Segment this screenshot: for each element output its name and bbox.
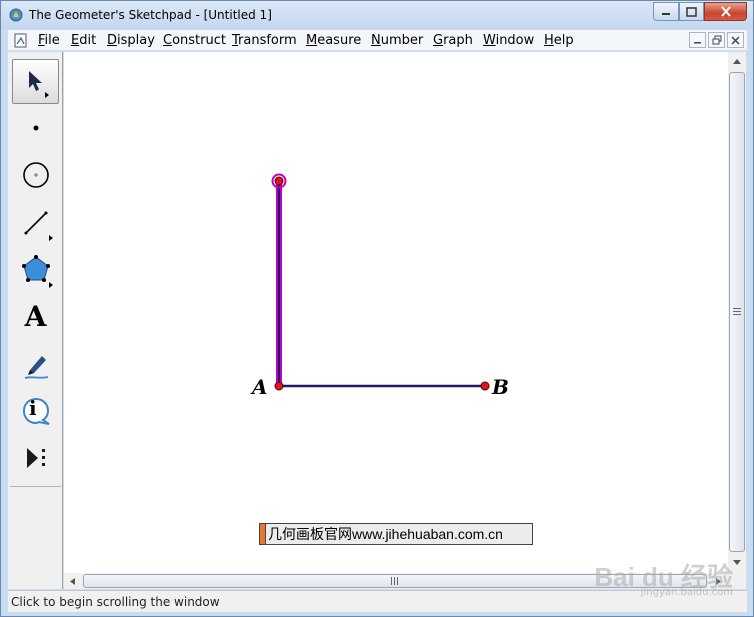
toolbox-divider [10,486,61,487]
sketch-drawing[interactable] [64,52,728,573]
information-glyph: i [29,396,37,420]
menu-bar: File Edit Display Construct Transform Me… [8,30,747,51]
watermark-text: 几何画板官网www.jihehuaban.com.cn [268,526,503,542]
arrow-selection-tool[interactable] [12,59,59,104]
window-title: The Geometer's Sketchpad - [Untitled 1] [29,8,272,22]
scroll-left-icon[interactable] [68,577,76,586]
minimize-button[interactable] [653,2,679,21]
arrow-pointer-icon [28,70,49,98]
doc-minimize-button[interactable] [689,32,706,48]
minimize-icon [694,42,701,44]
menu-edit[interactable]: Edit [71,33,96,48]
label-a[interactable]: A [252,375,268,399]
compass-circle-icon [22,161,49,188]
information-tool[interactable]: i [12,388,59,433]
title-bar[interactable]: The Geometer's Sketchpad - [Untitled 1] [1,1,753,29]
menu-help[interactable]: Help [544,33,574,48]
text-tool[interactable]: A [12,294,59,339]
menu-window[interactable]: Window [483,33,534,48]
menu-display[interactable]: Display [107,33,155,48]
maximize-button[interactable] [679,2,704,21]
status-text: Click to begin scrolling the window [11,595,220,609]
menu-construct[interactable]: Construct [163,33,226,48]
vertical-scrollbar[interactable] [728,52,746,589]
window-controls [653,2,747,21]
sketch-canvas[interactable]: A B 几何画板官网www.jihehuaban.com.cn [64,52,728,573]
point-icon [33,125,38,130]
polygon-pentagon-icon [21,254,53,288]
point-tool[interactable] [12,105,59,150]
document-window-controls [689,32,744,48]
close-icon [731,35,740,45]
menu-transform[interactable]: Transform [232,33,297,48]
menu-number[interactable]: Number [371,33,423,48]
marker-pen-icon [24,355,48,379]
watermark-caption: 几何画板官网www.jihehuaban.com.cn [259,523,533,545]
menu-graph[interactable]: Graph [433,33,473,48]
close-button[interactable] [704,2,747,21]
maximize-icon [686,6,697,17]
app-window: The Geometer's Sketchpad - [Untitled 1] … [0,0,754,617]
scroll-down-icon[interactable] [732,559,742,567]
doc-restore-button[interactable] [708,32,725,48]
doc-close-button[interactable] [727,32,744,48]
menu-file[interactable]: File [38,33,60,48]
grip-icon [391,577,398,585]
sketchpad-app-icon [9,8,23,22]
document-icon[interactable] [13,33,29,48]
restore-icon [712,35,721,45]
close-icon [720,6,731,17]
toolbox: A i [8,52,63,589]
grip-icon [733,308,741,315]
text-tool-glyph: A [24,300,47,333]
straightedge-line-icon [24,211,53,241]
point-top[interactable] [274,176,284,186]
straightedge-tool[interactable] [12,200,59,245]
baidu-jingyan-url: jingyan.baidu.com [640,587,733,598]
point-a[interactable] [274,381,284,391]
menu-measure[interactable]: Measure [306,33,361,48]
point-b[interactable] [480,381,490,391]
status-bar: Click to begin scrolling the window Bai … [8,562,747,612]
custom-tools[interactable] [12,435,59,480]
vertical-scroll-thumb[interactable] [729,72,745,552]
minimize-icon [662,12,670,15]
marker-tool[interactable] [12,342,59,387]
custom-tools-icon [26,447,45,468]
compass-tool[interactable] [12,152,59,197]
scroll-up-icon[interactable] [732,57,742,65]
polygon-tool[interactable] [12,247,59,292]
label-b[interactable]: B [492,375,509,399]
